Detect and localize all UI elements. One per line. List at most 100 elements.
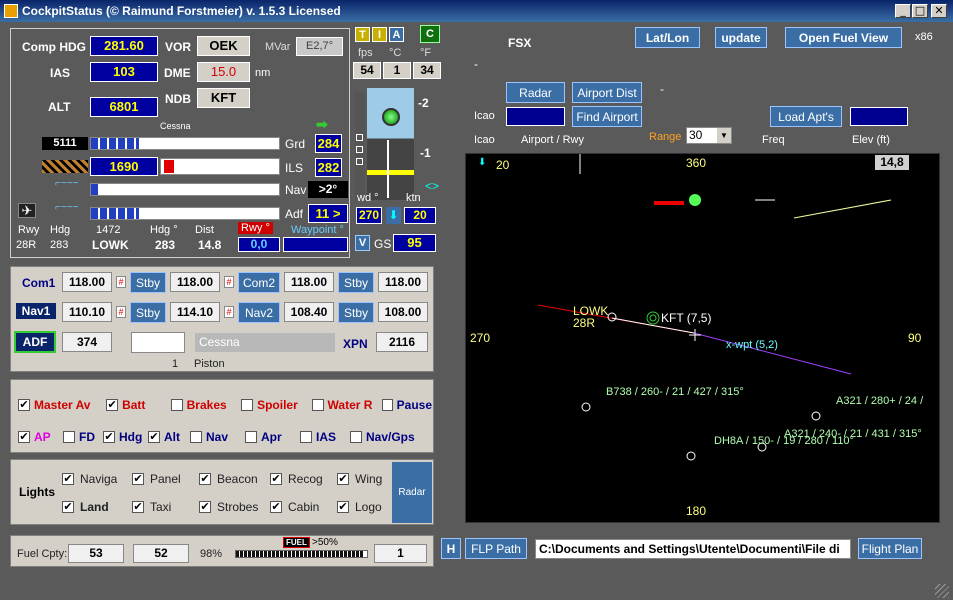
nav2-button[interactable]: Nav2 [238,302,280,323]
light-strobes[interactable]: ✔ Strobes [199,500,258,514]
checkbox[interactable] [170,399,183,411]
flight-plan-button[interactable]: Flight Plan [858,538,922,559]
com2-standby[interactable]: 118.00 [378,272,428,292]
light-land[interactable]: ✔ Land [62,500,109,514]
checkbox[interactable] [350,431,362,443]
switch-fd[interactable]: FD [63,429,103,445]
fuel-left: 53 [68,544,124,563]
radar-button[interactable]: Radar [506,82,565,103]
light-logo[interactable]: ✔ Logo [337,500,382,514]
switch-master-av[interactable]: ✔ Master Av [18,397,106,413]
light-panel[interactable]: ✔ Panel [132,472,181,486]
icao-label-1: Icao [474,110,495,122]
airport-dist-button[interactable]: Airport Dist [572,82,642,103]
checkbox[interactable] [241,399,254,411]
adf-button[interactable]: ADF [14,331,56,353]
checkbox[interactable] [245,431,257,443]
light-recog[interactable]: ✔ Recog [270,472,323,486]
switch-pause[interactable]: Pause [382,397,432,413]
switch-ap[interactable]: ✔ AP [18,429,63,445]
com2-stby-button[interactable]: Stby [338,272,374,293]
aircraft-field[interactable]: Cessna [195,333,335,352]
resize-grip-icon[interactable] [935,584,949,598]
close-button[interactable]: ✕ [931,4,947,18]
checkbox[interactable]: ✔ [18,431,30,443]
t-button[interactable]: T [355,27,370,42]
swap-icon[interactable]: # [224,306,234,318]
checkbox[interactable]: ✔ [337,501,349,513]
swap-icon[interactable]: # [224,276,234,288]
elev-input[interactable] [850,107,908,126]
checkbox[interactable]: ✔ [132,501,144,513]
switch-batt[interactable]: ✔ Batt [106,397,171,413]
switch-water-r[interactable]: Water R [311,397,382,413]
checkbox[interactable]: ✔ [270,473,282,485]
swap-icon[interactable]: # [116,276,126,288]
light-naviga[interactable]: ✔ Naviga [62,472,117,486]
checkbox[interactable]: ✔ [103,431,115,443]
com1-active[interactable]: 118.00 [62,272,112,292]
load-apts-button[interactable]: Load Apt's [770,106,842,127]
range-select[interactable]: 30 ▼ [686,127,732,144]
checkbox[interactable]: ✔ [337,473,349,485]
checkbox[interactable] [300,431,312,443]
maximize-button[interactable]: □ [912,4,928,18]
switch-brakes[interactable]: Brakes [170,397,241,413]
flight-plan-path-input[interactable]: C:\Documents and Settings\Utente\Documen… [535,539,851,559]
open-fuel-view-button[interactable]: Open Fuel View [785,27,902,48]
checkbox[interactable]: ✔ [148,431,160,443]
checkbox[interactable]: ✔ [18,399,30,411]
checkbox[interactable]: ✔ [132,473,144,485]
switch-hdg[interactable]: ✔ Hdg [103,429,148,445]
checkbox[interactable]: ✔ [270,501,282,513]
com2-active[interactable]: 118.00 [284,272,334,292]
ils-value: 282 [315,158,342,177]
switch-nav[interactable]: Nav [190,429,245,445]
find-airport-button[interactable]: Find Airport [572,106,642,127]
blank-field[interactable] [131,332,185,353]
checkbox[interactable]: ✔ [62,501,74,513]
com1-stby-button[interactable]: Stby [130,272,166,293]
nav2-active[interactable]: 108.40 [284,302,334,322]
com2-button[interactable]: Com2 [238,272,280,293]
latlon-button[interactable]: Lat/Lon [635,27,700,48]
checkbox[interactable] [63,431,75,443]
checkbox[interactable]: ✔ [106,399,119,411]
switch-ias[interactable]: IAS [300,429,350,445]
checkbox[interactable]: ✔ [62,473,74,485]
a-button[interactable]: A [389,27,404,42]
h-button[interactable]: H [441,538,461,559]
nav1-standby[interactable]: 114.10 [170,302,220,322]
icao-input[interactable] [506,107,565,126]
xpn-value[interactable]: 2116 [376,332,428,352]
flp-path-button[interactable]: FLP Path [465,538,527,559]
lights-radar-button[interactable]: Radar [392,462,432,523]
nav1-active[interactable]: 110.10 [62,302,112,322]
checkbox[interactable] [382,399,393,411]
adf-frequency[interactable]: 374 [62,332,112,352]
fuel-count: 1 [374,544,427,563]
light-wing[interactable]: ✔ Wing [337,472,382,486]
light-beacon[interactable]: ✔ Beacon [199,472,258,486]
checkbox[interactable] [190,431,202,443]
c-button[interactable]: C [420,25,440,43]
i-button[interactable]: I [372,27,387,42]
switch-alt[interactable]: ✔ Alt [148,429,190,445]
minimize-button[interactable]: _ [895,4,911,18]
swap-icon[interactable]: # [116,306,126,318]
checkbox[interactable]: ✔ [199,501,211,513]
switch-apr[interactable]: Apr [245,429,300,445]
checkbox[interactable] [311,399,324,411]
light-taxi[interactable]: ✔ Taxi [132,500,171,514]
chevron-down-icon[interactable]: ▼ [717,128,731,143]
nav2-standby[interactable]: 108.00 [378,302,428,322]
update-button[interactable]: update [715,27,767,48]
nav1-stby-button[interactable]: Stby [130,302,166,323]
switch-spoiler[interactable]: Spoiler [241,397,311,413]
v-button[interactable]: V [355,235,370,251]
nav2-stby-button[interactable]: Stby [338,302,374,323]
com1-standby[interactable]: 118.00 [170,272,220,292]
checkbox[interactable]: ✔ [199,473,211,485]
switch-nav-gps[interactable]: Nav/Gps [350,429,425,445]
light-cabin[interactable]: ✔ Cabin [270,500,319,514]
